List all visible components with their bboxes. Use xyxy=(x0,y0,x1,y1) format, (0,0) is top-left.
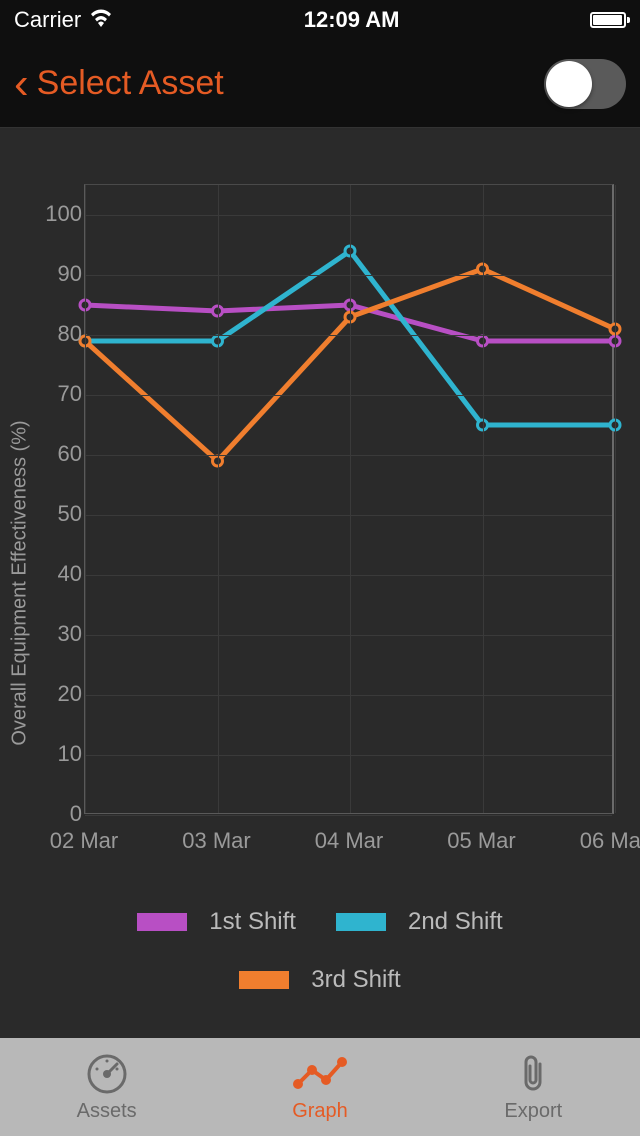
toggle-switch[interactable] xyxy=(544,59,626,109)
y-axis-title: Overall Equipment Effectiveness (%) xyxy=(9,263,32,903)
toggle-knob xyxy=(546,61,592,107)
nav-header: ‹ Select Asset xyxy=(0,40,640,128)
y-tick-label: 100 xyxy=(34,201,82,227)
chart-lines xyxy=(85,185,612,813)
chart-plot xyxy=(84,184,614,814)
legend-item: 2nd Shift xyxy=(336,908,503,936)
y-tick-label: 10 xyxy=(34,741,82,767)
y-tick-label: 30 xyxy=(34,621,82,647)
y-tick-label: 90 xyxy=(34,261,82,287)
tab-assets[interactable]: Assets xyxy=(0,1038,213,1136)
graph-icon xyxy=(292,1052,348,1096)
y-tick-label: 40 xyxy=(34,561,82,587)
y-tick-label: 0 xyxy=(34,801,82,827)
y-tick-label: 80 xyxy=(34,321,82,347)
y-tick-label: 50 xyxy=(34,501,82,527)
y-tick-label: 20 xyxy=(34,681,82,707)
x-tick-label: 05 Mar xyxy=(447,828,515,854)
back-button[interactable]: ‹ Select Asset xyxy=(14,62,224,106)
status-bar: Carrier 12:09 AM xyxy=(0,0,640,40)
chevron-left-icon: ‹ xyxy=(14,62,29,106)
battery-icon xyxy=(590,12,626,28)
legend-swatch xyxy=(336,913,386,931)
legend-swatch xyxy=(239,971,289,989)
wifi-icon xyxy=(89,7,113,33)
legend-label: 2nd Shift xyxy=(408,908,503,936)
status-time: 12:09 AM xyxy=(304,7,400,33)
legend-label: 1st Shift xyxy=(209,908,296,936)
x-tick-label: 04 Mar xyxy=(315,828,383,854)
y-tick-label: 60 xyxy=(34,441,82,467)
tab-label: Assets xyxy=(77,1100,137,1123)
back-label: Select Asset xyxy=(37,64,224,103)
tab-bar: Assets Graph Export xyxy=(0,1038,640,1136)
x-tick-label: 06 Mar xyxy=(580,828,640,854)
legend-swatch xyxy=(137,913,187,931)
tab-label: Graph xyxy=(292,1100,348,1123)
chart-container: Overall Equipment Effectiveness (%) 1st … xyxy=(0,128,640,1038)
tab-label: Export xyxy=(504,1100,562,1123)
legend-item: 3rd Shift xyxy=(239,966,400,994)
gauge-icon xyxy=(85,1052,129,1096)
chart-legend: 1st Shift 2nd Shift 3rd Shift xyxy=(0,908,640,994)
tab-graph[interactable]: Graph xyxy=(213,1038,426,1136)
tab-export[interactable]: Export xyxy=(427,1038,640,1136)
legend-item: 1st Shift xyxy=(137,908,296,936)
legend-label: 3rd Shift xyxy=(311,966,400,994)
y-tick-label: 70 xyxy=(34,381,82,407)
carrier-label: Carrier xyxy=(14,7,81,33)
x-tick-label: 03 Mar xyxy=(182,828,250,854)
paperclip-icon xyxy=(518,1052,548,1096)
x-tick-label: 02 Mar xyxy=(50,828,118,854)
